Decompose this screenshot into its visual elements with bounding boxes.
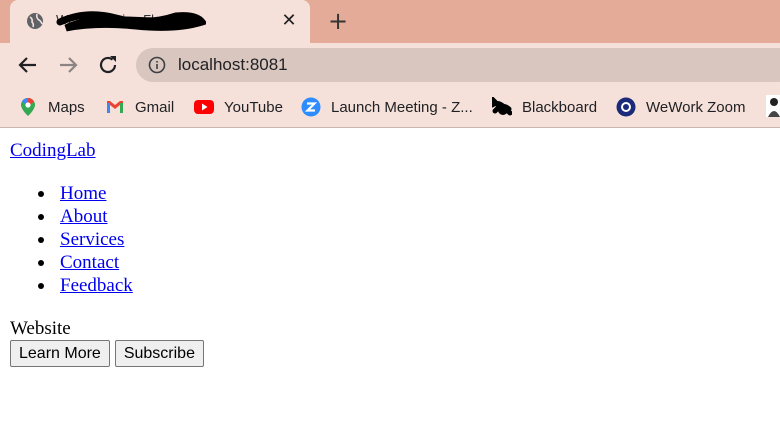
website-text: Website [10, 318, 71, 339]
bookmark-maps[interactable]: Maps [18, 95, 85, 119]
new-tab-icon[interactable]: + [324, 7, 352, 35]
site-info-icon[interactable] [148, 56, 166, 74]
blackboard-icon [492, 97, 512, 117]
redaction-scribble [56, 8, 208, 34]
page-content: CodingLab Home About Services Contact Fe… [0, 129, 780, 428]
learn-more-button[interactable]: Learn More [10, 340, 110, 367]
bookmark-zoom[interactable]: Launch Meeting - Z... [301, 95, 473, 119]
forward-arrow-icon[interactable] [56, 53, 80, 77]
nav-item-feedback: Feedback [10, 274, 133, 297]
nav-link-contact[interactable]: Contact [60, 252, 119, 273]
bookmark-wework-zoom[interactable]: WeWork Zoom [616, 95, 745, 119]
button-row: Learn More Subscribe [10, 340, 204, 367]
globe-icon [26, 12, 44, 30]
bookmark-overflow-avatar-icon[interactable] [766, 95, 780, 117]
nav-link-feedback[interactable]: Feedback [60, 275, 133, 296]
nav-item-about: About [10, 205, 133, 228]
url-text[interactable]: localhost:8081 [178, 55, 288, 75]
wework-icon [616, 97, 636, 117]
reload-icon[interactable] [96, 53, 120, 77]
bookmark-blackboard[interactable]: Blackboard [492, 95, 597, 119]
address-bar[interactable]: localhost:8081 [136, 48, 780, 82]
bookmark-youtube[interactable]: YouTube [194, 95, 283, 119]
nav-item-contact: Contact [10, 251, 133, 274]
back-arrow-icon[interactable] [16, 53, 40, 77]
nav-item-services: Services [10, 228, 133, 251]
tab-close-icon[interactable]: ✕ [278, 10, 300, 32]
bookmarks-bar: Maps Gmail YouTube Launch Meeting - Z...… [0, 87, 780, 128]
logo-link[interactable]: CodingLab [10, 140, 96, 162]
main-nav: Home About Services Contact Feedback [10, 182, 133, 297]
browser-toolbar: localhost:8081 [0, 43, 780, 87]
youtube-icon [194, 97, 214, 117]
gmail-icon [105, 97, 125, 117]
subscribe-button[interactable]: Subscribe [114, 340, 204, 367]
tab-strip: Website Using Flask ✕ + [0, 0, 780, 43]
nav-link-home[interactable]: Home [60, 183, 106, 204]
zoom-icon [301, 97, 321, 117]
browser-tab[interactable]: Website Using Flask ✕ [10, 0, 310, 43]
bookmark-gmail[interactable]: Gmail [105, 95, 174, 119]
nav-link-about[interactable]: About [60, 206, 108, 227]
nav-item-home: Home [10, 182, 133, 205]
nav-link-services[interactable]: Services [60, 229, 124, 250]
maps-pin-icon [18, 97, 38, 117]
